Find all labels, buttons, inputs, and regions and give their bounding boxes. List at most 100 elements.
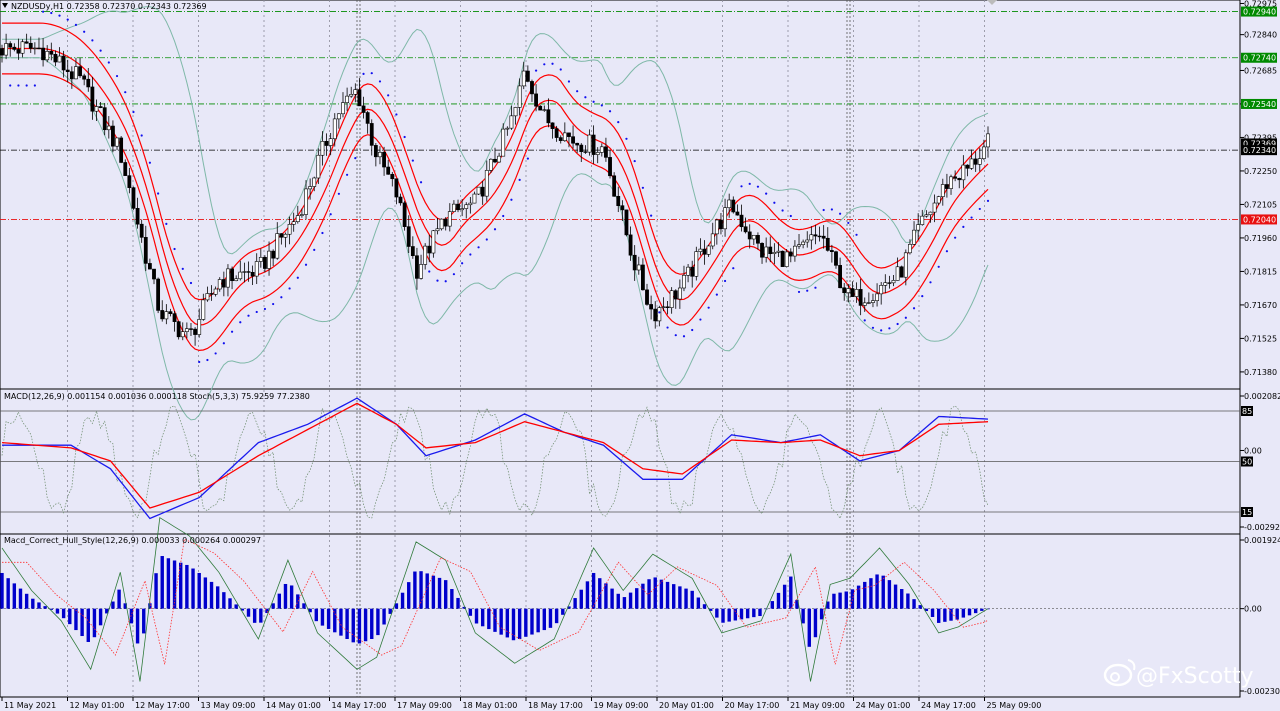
hull-histogram-bar — [653, 577, 657, 609]
sar-dot — [485, 238, 488, 241]
sar-dot — [567, 80, 571, 83]
hull-histogram-bar — [937, 608, 941, 623]
candle-body — [443, 218, 448, 227]
candle-body — [123, 162, 128, 176]
x-tick-label: 11 May 2021 — [4, 701, 56, 710]
hull-histogram-bar — [228, 598, 232, 609]
candle-body — [825, 237, 830, 251]
candle-body — [879, 285, 884, 295]
candle-body — [862, 302, 867, 306]
candle-body — [37, 47, 41, 50]
candle-body — [304, 188, 308, 215]
hull-histogram-bar — [203, 577, 208, 609]
candle-body — [369, 123, 374, 146]
candle-body — [949, 176, 953, 189]
candle-body — [378, 151, 382, 158]
hull-histogram-bar — [413, 571, 417, 609]
candle-body — [271, 250, 276, 259]
candle-body — [365, 112, 370, 124]
sar-dot — [346, 173, 349, 176]
sar-dot — [986, 199, 990, 202]
hull-histogram-bar — [296, 594, 300, 609]
sar-dot — [806, 289, 809, 292]
sar-dot — [263, 307, 267, 311]
sar-dot — [321, 231, 324, 235]
hull-histogram-bar — [585, 581, 590, 609]
price-label: 0.72040 — [1243, 215, 1276, 224]
sar-dot — [978, 207, 981, 211]
hull-histogram-bar — [135, 608, 140, 644]
hull-histogram-bar — [943, 608, 947, 622]
sar-dot — [691, 328, 694, 332]
sar-dot — [880, 329, 883, 332]
hull-histogram-bar — [18, 588, 23, 609]
y-tick-label: 0.72250 — [1244, 167, 1277, 176]
candle-body — [628, 234, 633, 256]
candle-body — [632, 254, 637, 271]
hull-histogram-bar — [55, 608, 60, 614]
hull-histogram-bar — [536, 608, 540, 633]
sar-dot — [50, 11, 53, 15]
candle-body — [912, 229, 916, 245]
candle-body — [501, 128, 506, 157]
hull-histogram-bar — [382, 608, 386, 625]
hull-histogram-bar — [487, 608, 491, 630]
hull-histogram-bar — [86, 608, 90, 642]
y-tick-label: 0.71525 — [1244, 334, 1277, 343]
hull-histogram-bar — [172, 560, 177, 609]
hull-histogram-bar — [678, 586, 682, 609]
candle-body — [172, 313, 177, 322]
candle-body — [899, 266, 904, 278]
candle-body — [316, 154, 321, 179]
sar-dot — [559, 68, 562, 71]
sar-dot — [847, 221, 850, 225]
candle-body — [78, 66, 82, 77]
candle-body — [312, 177, 317, 187]
candle-body — [686, 266, 690, 276]
x-tick-label: 18 May 17:00 — [528, 701, 583, 710]
candle-body — [246, 271, 251, 273]
candle-body — [189, 328, 193, 330]
candle-body — [0, 48, 4, 56]
candle-body — [476, 186, 481, 195]
candle-body — [447, 211, 452, 227]
sar-dot — [255, 310, 258, 314]
sar-dot — [937, 265, 940, 268]
x-tick-label: 20 May 17:00 — [725, 701, 780, 710]
sar-dot — [214, 352, 217, 355]
hull-histogram-bar — [554, 608, 559, 624]
hull-histogram-bar — [370, 608, 374, 640]
candle-body — [143, 237, 148, 264]
hull-histogram-bar — [610, 588, 614, 609]
sar-dot — [666, 326, 669, 329]
candle-body — [472, 193, 477, 204]
price-label: 0.72940 — [1243, 8, 1276, 17]
hull-histogram-bar — [863, 581, 867, 609]
hull-histogram-bar — [480, 608, 485, 627]
candle-body — [764, 246, 769, 258]
sar-dot — [58, 14, 61, 17]
candle-body — [152, 268, 156, 280]
candle-body — [415, 255, 419, 279]
sar-dot — [748, 182, 751, 185]
candle-body — [562, 132, 567, 141]
candle-body — [4, 43, 9, 56]
sar-dot — [329, 213, 332, 216]
candle-body — [550, 122, 555, 129]
hull-histogram-bar — [259, 608, 263, 623]
hull-histogram-bar — [696, 597, 701, 609]
sar-dot — [633, 159, 636, 163]
candle-body — [419, 264, 423, 279]
candle-body — [345, 95, 350, 103]
hull-histogram-bar — [166, 558, 171, 609]
candle-body — [406, 226, 411, 247]
candle-body — [542, 109, 547, 111]
sar-dot — [362, 72, 365, 75]
hull-histogram-bar — [191, 568, 195, 609]
sar-dot — [444, 280, 447, 283]
candle-body — [267, 250, 271, 269]
candle-body — [834, 251, 838, 266]
sar-dot — [280, 296, 283, 299]
hull-histogram-bar — [548, 608, 553, 628]
hull-histogram-bar — [197, 572, 201, 609]
